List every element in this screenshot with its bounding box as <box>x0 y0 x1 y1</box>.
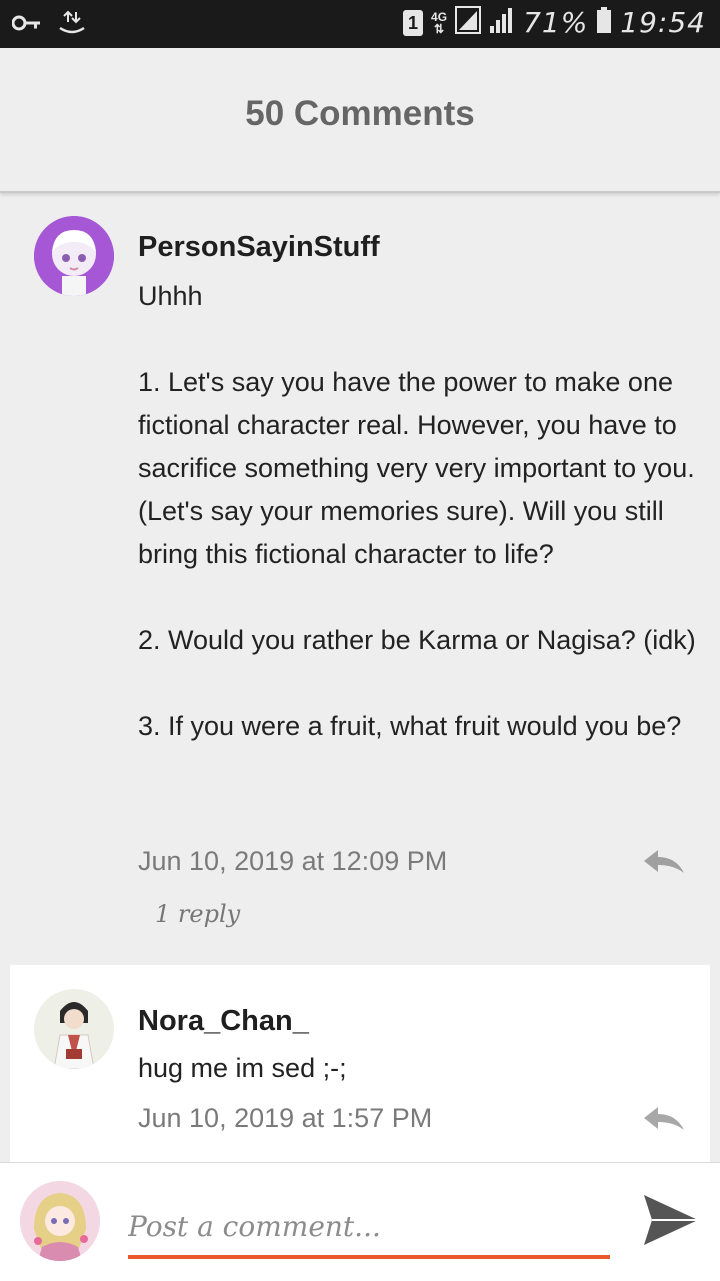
avatar-illustration <box>20 1181 100 1261</box>
reply-body: hug me im sed ;-; <box>138 1053 347 1083</box>
avatar-illustration <box>34 216 114 296</box>
status-bar: 1 4G ⇅ 71% 19:54 <box>0 0 720 48</box>
compose-bar <box>0 1162 720 1281</box>
clock: 19:54 <box>620 6 706 39</box>
avatar[interactable] <box>34 989 114 1069</box>
battery-icon <box>596 6 612 39</box>
comment-body: Uhhh 1. Let's say you have the power to … <box>138 281 696 741</box>
comment-timestamp: Jun 10, 2019 at 12:09 PM <box>138 846 448 876</box>
sim1-signal-icon <box>455 6 482 39</box>
comments-header: 50 Comments <box>0 48 720 193</box>
reply-count-link[interactable]: 1 reply <box>155 900 240 928</box>
reply-icon[interactable] <box>642 847 686 877</box>
page-title: 50 Comments <box>245 94 475 133</box>
reply-timestamp: Jun 10, 2019 at 1:57 PM <box>138 1103 433 1133</box>
key-icon <box>11 13 42 38</box>
reply-author[interactable]: Nora_Chan_ <box>138 1005 309 1038</box>
data-transfer-icon <box>58 10 86 41</box>
battery-percent: 71% <box>523 6 589 39</box>
avatar[interactable] <box>34 216 114 296</box>
comment-input[interactable] <box>128 1197 610 1259</box>
my-avatar[interactable] <box>20 1181 100 1261</box>
comment-item: PersonSayinStuff Uhhh 1. Let's say you h… <box>0 194 720 954</box>
comment-author[interactable]: PersonSayinStuff <box>138 231 380 264</box>
avatar-illustration <box>34 989 114 1069</box>
send-button[interactable] <box>642 1193 700 1247</box>
reply-item: Nora_Chan_ hug me im sed ;-; Jun 10, 201… <box>10 965 710 1165</box>
reply-icon[interactable] <box>642 1104 686 1134</box>
signal-icon <box>489 6 515 39</box>
sim-icon: 1 <box>403 9 424 36</box>
network-type: 4G ⇅ <box>431 9 448 36</box>
